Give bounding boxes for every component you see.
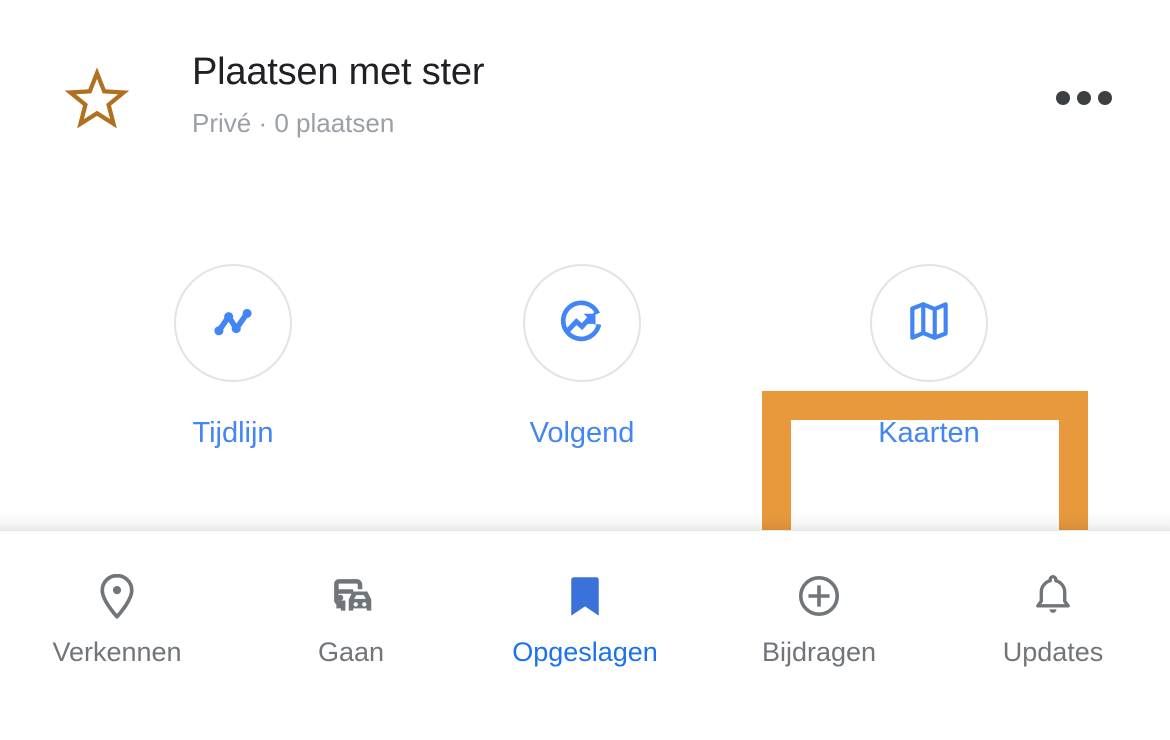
nav-item-verkennen[interactable]: Verkennen [0,531,234,740]
list-header: Plaatsen met ster Privé · 0 plaatsen [0,0,1170,190]
trending-circle-icon [555,294,609,353]
nav-item-opgeslagen[interactable]: Opgeslagen [468,531,702,740]
timeline-chart-icon [207,295,259,352]
action-label: Kaarten [878,417,980,449]
action-kaarten[interactable]: Kaarten [764,190,1094,520]
action-tijdlijn[interactable]: Tijdlijn [68,190,398,520]
action-label: Tijdlijn [192,417,274,449]
header-text-block: Plaatsen met ster Privé · 0 plaatsen [192,44,992,142]
bookmark-filled-icon [560,568,610,624]
dot [1077,91,1091,105]
page-subtitle: Privé · 0 plaatsen [192,108,395,138]
app-root: Plaatsen met ster Privé · 0 plaatsen Tij… [0,0,1170,740]
action-row: Tijdlijn Volgend Kaarten [0,190,1170,705]
action-circle [174,264,292,382]
nav-label: Opgeslagen [512,637,658,667]
action-inner: Kaarten [764,190,1094,520]
dot [1056,91,1070,105]
plus-circle-icon [792,568,846,624]
nav-item-gaan[interactable]: Gaan [234,531,468,740]
star-outline-icon [64,66,130,132]
action-label: Volgend [529,417,635,449]
more-horizontal-icon[interactable] [1056,78,1112,118]
location-pin-icon [91,568,143,624]
nav-label: Updates [1002,637,1104,667]
nav-item-bijdragen[interactable]: Bijdragen [702,531,936,740]
action-inner: Tijdlijn [68,190,398,520]
action-circle [870,264,988,382]
map-folded-icon [904,296,954,351]
nav-item-updates[interactable]: Updates [936,531,1170,740]
dot [1098,91,1112,105]
page-title: Plaatsen met ster [192,51,485,93]
action-circle [523,264,641,382]
commute-icon [324,568,378,624]
nav-label: Gaan [317,637,385,667]
action-volgend[interactable]: Volgend [417,190,747,520]
bottom-nav: Verkennen Gaan Opgeslagen Bijdragen Upda… [0,531,1170,740]
bell-icon [1027,568,1079,624]
nav-label: Verkennen [52,637,182,667]
action-inner: Volgend [417,190,747,520]
nav-label: Bijdragen [761,637,877,667]
